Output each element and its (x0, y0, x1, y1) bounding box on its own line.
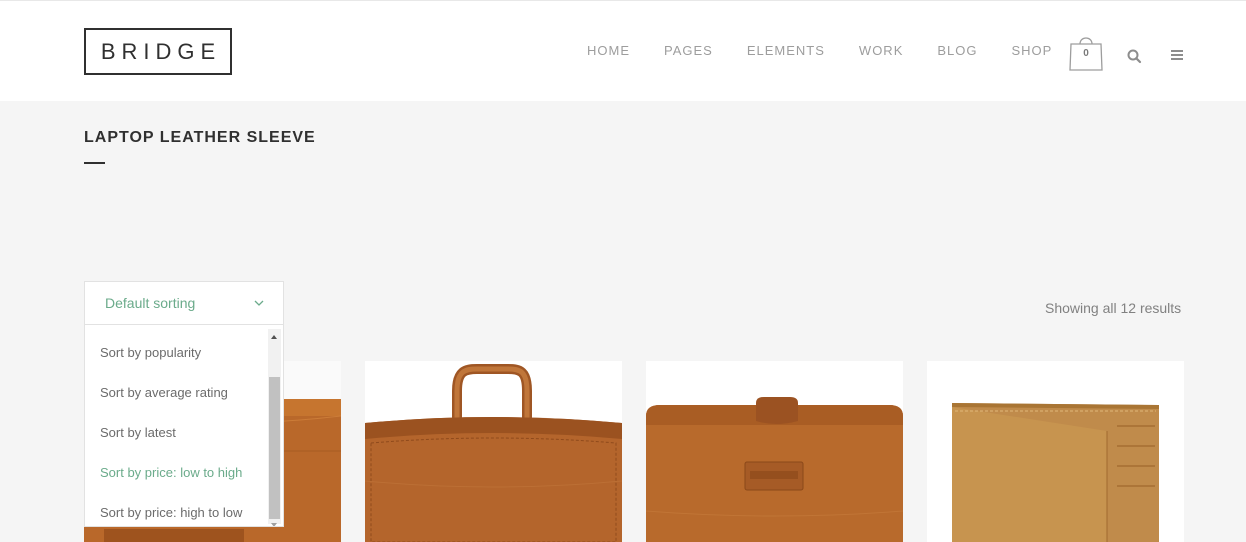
product-card[interactable] (365, 361, 622, 542)
sort-selected-value: Default sorting (105, 295, 196, 311)
nav-elements[interactable]: ELEMENTS (747, 43, 825, 58)
site-header: BRIDGE HOME PAGES ELEMENTS WORK BLOG SHO… (0, 0, 1246, 101)
search-icon[interactable] (1126, 48, 1142, 64)
nav-home[interactable]: HOME (587, 43, 630, 58)
cart-button[interactable]: 0 (1068, 35, 1104, 71)
sort-option-price-desc[interactable]: Sort by price: high to low (100, 505, 242, 520)
product-card[interactable] (927, 361, 1184, 542)
sort-option-popularity[interactable]: Sort by popularity (100, 345, 201, 360)
logo-text: BRIDGE (100, 38, 222, 64)
chevron-down-icon (254, 300, 264, 306)
product-card[interactable] (646, 361, 903, 542)
cart-count: 0 (1083, 48, 1089, 59)
sort-option-latest[interactable]: Sort by latest (100, 425, 176, 440)
nav-blog[interactable]: BLOG (937, 43, 977, 58)
sort-option-rating[interactable]: Sort by average rating (100, 385, 228, 400)
nav-pages[interactable]: PAGES (664, 43, 713, 58)
site-logo[interactable]: BRIDGE (84, 28, 232, 75)
page-title: LAPTOP LEATHER SLEEVE (84, 129, 316, 146)
product-image (646, 361, 903, 542)
title-separator (84, 162, 105, 164)
result-count: Showing all 12 results (1045, 300, 1182, 316)
sort-select[interactable]: Default sorting (84, 281, 284, 325)
main-nav: HOME PAGES ELEMENTS WORK BLOG SHOP (587, 43, 1086, 58)
scrollbar-thumb[interactable] (269, 377, 280, 519)
product-image (927, 361, 1184, 542)
scroll-down-arrow-icon[interactable] (271, 523, 277, 526)
menu-icon[interactable] (1171, 46, 1183, 60)
nav-work[interactable]: WORK (859, 43, 903, 58)
sort-option-price-asc[interactable]: Sort by price: low to high (100, 465, 242, 480)
scroll-up-arrow-icon[interactable] (271, 335, 277, 339)
sort-dropdown-list: Sort by popularity Sort by average ratin… (84, 324, 284, 527)
dropdown-scrollbar[interactable] (268, 329, 281, 526)
product-image (365, 361, 622, 542)
nav-shop[interactable]: SHOP (1012, 43, 1053, 58)
